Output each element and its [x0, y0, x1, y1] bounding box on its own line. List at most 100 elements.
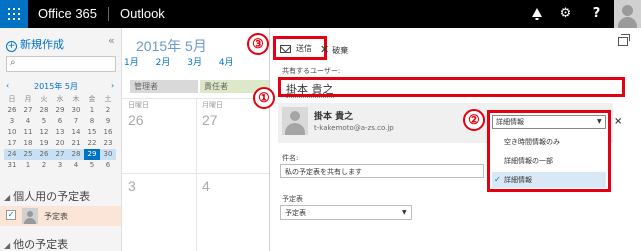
- day-number[interactable]: 27: [202, 112, 218, 128]
- mini-calendar-day[interactable]: 17: [4, 138, 20, 149]
- mini-calendar-day[interactable]: 3: [52, 160, 68, 171]
- other-calendars-header[interactable]: ◢ 他の予定表: [4, 236, 68, 251]
- checkmark-icon: ✓: [494, 175, 501, 184]
- app-title[interactable]: Outlook: [120, 6, 165, 21]
- mini-calendar-day[interactable]: 4: [68, 160, 84, 171]
- notification-icon[interactable]: [523, 0, 550, 28]
- permission-option[interactable]: 空き時間情報のみ: [492, 134, 606, 150]
- remove-recipient-icon[interactable]: ×: [614, 116, 622, 127]
- mini-calendar-day[interactable]: 28: [36, 105, 52, 116]
- mini-calendar-day[interactable]: 10: [4, 127, 20, 138]
- mini-calendar-day[interactable]: 4: [20, 116, 36, 127]
- mini-calendar-day[interactable]: 31: [4, 160, 20, 171]
- calendar-checkbox[interactable]: ✓: [6, 210, 16, 220]
- subject-input[interactable]: 私の予定表を共有します: [280, 164, 484, 178]
- mini-calendar-day[interactable]: 3: [4, 116, 20, 127]
- gear-icon[interactable]: ⚙: [552, 0, 579, 28]
- mini-calendar-day[interactable]: 26: [4, 105, 20, 116]
- mini-calendar-day[interactable]: 29: [84, 149, 100, 160]
- mini-calendar-day[interactable]: 1: [20, 160, 36, 171]
- mini-calendar-day[interactable]: 5: [36, 116, 52, 127]
- mini-calendar-day[interactable]: 6: [100, 160, 116, 171]
- brand-title[interactable]: Office 365: [38, 6, 97, 21]
- mini-calendar-day[interactable]: 2: [36, 160, 52, 171]
- recipient-avatar: [282, 107, 308, 135]
- permission-selected-value: 詳細情報: [496, 118, 524, 126]
- mini-calendar-day[interactable]: 11: [20, 127, 36, 138]
- permission-option[interactable]: 詳細情報の一部: [492, 153, 606, 169]
- mini-calendar-day[interactable]: 27: [20, 105, 36, 116]
- permission-option-label: 空き時間情報のみ: [504, 138, 560, 146]
- mini-calendar-day[interactable]: 21: [68, 138, 84, 149]
- collapse-icon[interactable]: «: [108, 34, 115, 47]
- send-label: 送信: [296, 44, 312, 53]
- mini-calendar-day[interactable]: 9: [100, 116, 116, 127]
- day-number[interactable]: 3: [128, 178, 136, 194]
- mini-calendar-day[interactable]: 1: [84, 105, 100, 116]
- permission-option-selected[interactable]: ✓ 詳細情報: [492, 172, 606, 188]
- mini-calendar-day[interactable]: 22: [84, 138, 100, 149]
- popout-icon[interactable]: [618, 34, 630, 46]
- weekday-header: 木: [72, 95, 80, 103]
- role-admin: 管理者: [130, 80, 198, 93]
- chevron-down-icon: ▼: [402, 209, 407, 216]
- mini-calendar-day[interactable]: 30: [100, 149, 116, 160]
- brand-divider: [108, 7, 109, 21]
- mini-calendar-day[interactable]: 8: [84, 116, 100, 127]
- mini-calendar-day[interactable]: 15: [84, 127, 100, 138]
- next-month-icon[interactable]: ›: [111, 81, 114, 90]
- prev-month-icon[interactable]: ‹: [6, 81, 9, 90]
- callout-badge-3: ③: [247, 33, 269, 55]
- mini-calendar-day[interactable]: 24: [4, 149, 20, 160]
- day-number[interactable]: 4: [202, 178, 210, 194]
- mini-calendar-day[interactable]: 30: [68, 105, 84, 116]
- weekday-header: 土: [104, 95, 112, 103]
- chevron-down-icon: ▼: [597, 118, 602, 125]
- callout-badge-2: ②: [463, 109, 485, 131]
- mini-calendar-day[interactable]: 12: [36, 127, 52, 138]
- mini-calendar-day[interactable]: 7: [68, 116, 84, 127]
- share-with-input[interactable]: 掛本 貴之: [278, 77, 625, 98]
- mini-calendar-day[interactable]: 23: [100, 138, 116, 149]
- mini-calendar-month: 2015年 5月: [34, 82, 78, 91]
- mini-calendar-day[interactable]: 27: [52, 149, 68, 160]
- mini-calendar-day[interactable]: 19: [36, 138, 52, 149]
- mini-calendar-day[interactable]: 20: [52, 138, 68, 149]
- discard-button[interactable]: ✕ 破棄: [320, 43, 348, 56]
- my-calendars-header[interactable]: ◢ 個人用の予定表: [4, 188, 90, 204]
- avatar[interactable]: [614, 0, 641, 28]
- search-input[interactable]: ⌕: [6, 56, 116, 72]
- month-tab[interactable]: 4月: [219, 58, 234, 68]
- mini-calendar-day[interactable]: 16: [100, 127, 116, 138]
- mini-calendar-day[interactable]: 5: [84, 160, 100, 171]
- mini-calendar-day[interactable]: 26: [36, 149, 52, 160]
- month-tab[interactable]: 3月: [187, 58, 202, 68]
- mini-calendar-day[interactable]: 14: [68, 127, 84, 138]
- calendar-select-value: 予定表: [285, 209, 306, 217]
- mini-calendar-day[interactable]: 29: [52, 105, 68, 116]
- mini-calendar-day[interactable]: 13: [52, 127, 68, 138]
- mini-calendar-day[interactable]: 25: [20, 149, 36, 160]
- new-event-button[interactable]: + 新規作成: [6, 36, 64, 52]
- help-icon[interactable]: ?: [583, 0, 610, 28]
- mini-calendar-day[interactable]: 6: [52, 116, 68, 127]
- permission-select[interactable]: 詳細情報 ▼: [492, 115, 606, 129]
- plus-icon: +: [6, 41, 17, 52]
- left-navigation: + 新規作成 « ⌕ ‹ 2015年 5月 › 日月火水木金土 26 27 28 29 30…: [0, 28, 122, 251]
- divider: [196, 98, 197, 251]
- send-button[interactable]: 送信: [273, 36, 327, 60]
- month-tab[interactable]: 1月: [124, 58, 139, 68]
- weekday-header: 月: [24, 95, 32, 103]
- calendar-list-item[interactable]: ✓ 予定表: [0, 206, 121, 226]
- calendar-select[interactable]: 予定表 ▼: [280, 205, 412, 220]
- mini-calendar-day[interactable]: 2: [100, 105, 116, 116]
- waffle-icon[interactable]: [0, 0, 28, 28]
- mini-calendar-day[interactable]: 18: [20, 138, 36, 149]
- month-tab[interactable]: 2月: [156, 58, 171, 68]
- collapse-chevron-icon: ◢: [4, 241, 11, 250]
- divider: [122, 173, 269, 174]
- day-number[interactable]: 26: [128, 112, 144, 128]
- calendar-owner-avatar: [22, 208, 38, 224]
- mini-calendar-day[interactable]: 28: [68, 149, 84, 160]
- weekday-header: 火: [40, 95, 48, 103]
